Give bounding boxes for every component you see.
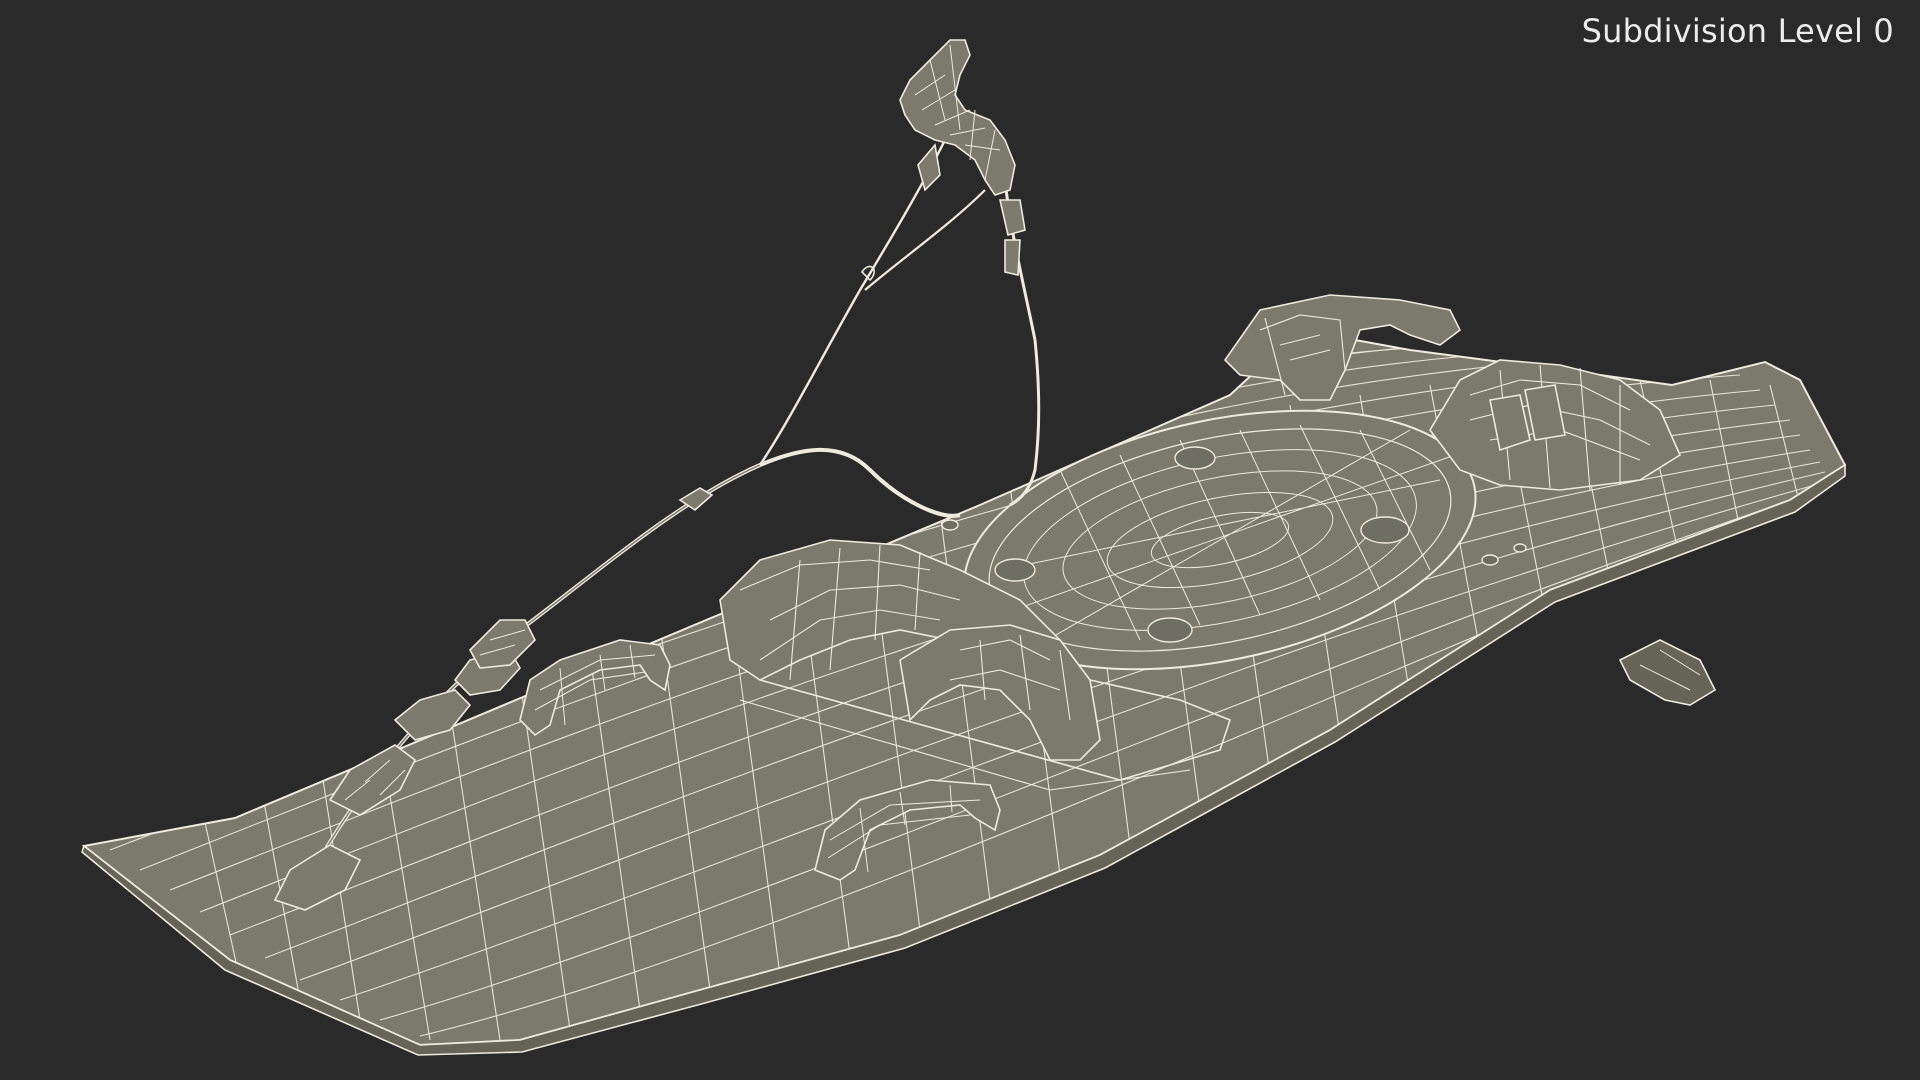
wireframe-model: [81, 39, 1846, 1056]
rope-handle: [899, 39, 1026, 276]
fin: [1618, 639, 1717, 706]
subdivision-level-label: Subdivision Level 0: [1581, 12, 1894, 50]
3d-viewport[interactable]: Subdivision Level 0: [0, 0, 1920, 1080]
